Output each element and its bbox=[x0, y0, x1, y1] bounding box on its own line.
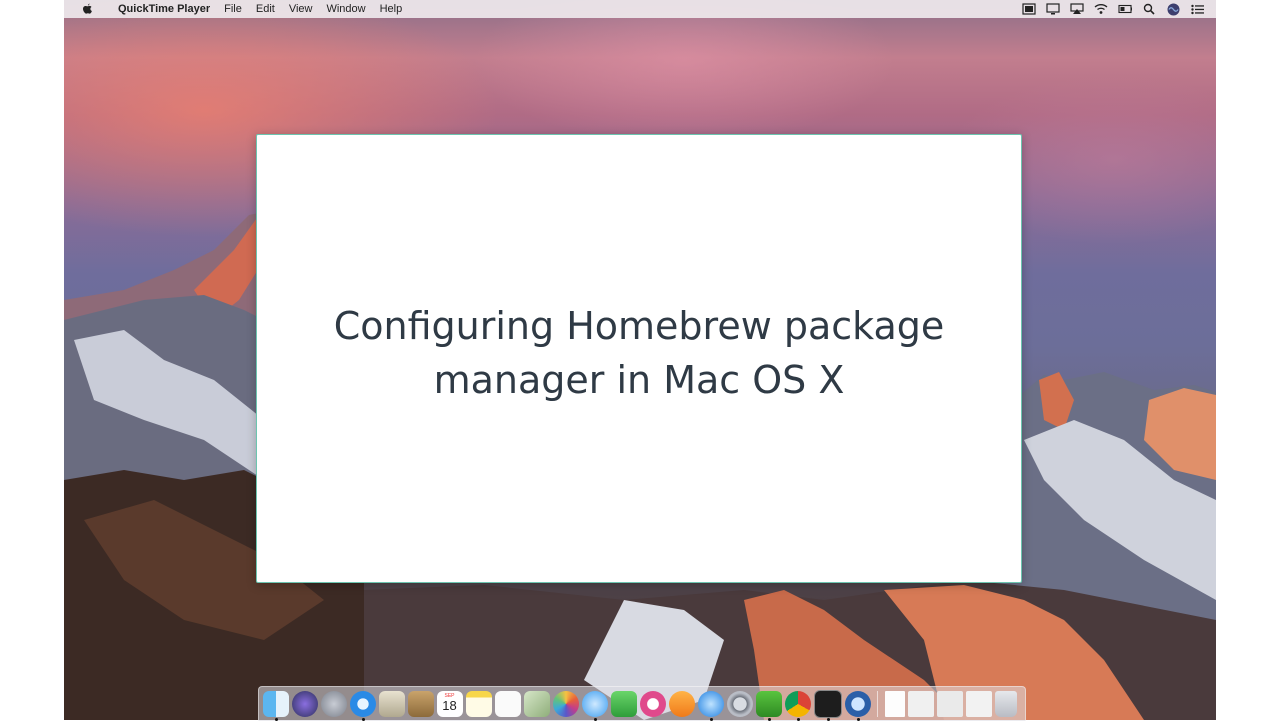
itunes-icon[interactable] bbox=[639, 691, 666, 717]
preview-icon[interactable] bbox=[523, 691, 550, 717]
chrome-icon[interactable] bbox=[784, 691, 811, 721]
siri-icon[interactable] bbox=[1166, 3, 1180, 15]
menu-edit[interactable]: Edit bbox=[249, 0, 282, 18]
presentation-slide: Configuring Homebrew package manager in … bbox=[256, 134, 1022, 583]
mail-icon[interactable] bbox=[378, 691, 405, 717]
airplay-icon[interactable] bbox=[1070, 3, 1084, 15]
reminders-icon[interactable] bbox=[494, 691, 521, 717]
app-menu-quicktime-player[interactable]: QuickTime Player bbox=[108, 0, 217, 18]
app-store-icon[interactable] bbox=[697, 691, 724, 721]
status-menus bbox=[1022, 3, 1216, 15]
dock-separator bbox=[877, 691, 878, 717]
screenshot-stack-icon[interactable] bbox=[965, 691, 992, 717]
display-mirroring-icon[interactable] bbox=[1046, 3, 1060, 15]
terminal-icon[interactable] bbox=[813, 690, 842, 721]
contacts-icon[interactable] bbox=[407, 691, 434, 717]
notes-icon[interactable] bbox=[465, 691, 492, 717]
menu-help[interactable]: Help bbox=[373, 0, 410, 18]
menu-view[interactable]: View bbox=[282, 0, 320, 18]
screenshot-stack-icon[interactable] bbox=[936, 691, 963, 717]
calendar-icon[interactable]: SEP 18 bbox=[436, 691, 463, 717]
screen-recording-icon[interactable] bbox=[1022, 3, 1036, 15]
dock: SEP 18 bbox=[258, 686, 1026, 721]
ibooks-icon[interactable] bbox=[668, 691, 695, 717]
messages-icon[interactable] bbox=[581, 691, 608, 721]
facetime-icon[interactable] bbox=[610, 691, 637, 717]
photos-icon[interactable] bbox=[552, 691, 579, 717]
siri-icon[interactable] bbox=[291, 691, 318, 717]
calendar-day: 18 bbox=[442, 698, 457, 713]
launchpad-icon[interactable] bbox=[320, 691, 347, 717]
spotlight-search-icon[interactable] bbox=[1142, 3, 1156, 15]
wifi-icon[interactable] bbox=[1094, 3, 1108, 15]
document-icon[interactable] bbox=[884, 691, 905, 717]
slide-title: Configuring Homebrew package manager in … bbox=[333, 303, 945, 402]
battery-icon[interactable] bbox=[1118, 3, 1132, 15]
notification-center-icon[interactable] bbox=[1190, 3, 1204, 15]
camtasia-icon[interactable] bbox=[755, 691, 782, 721]
finder-icon[interactable] bbox=[262, 691, 289, 721]
trash-icon[interactable] bbox=[994, 691, 1017, 717]
screenshot-stack-icon[interactable] bbox=[907, 691, 934, 717]
menu-file[interactable]: File bbox=[217, 0, 249, 18]
menu-bar: QuickTime Player File Edit View Window H… bbox=[64, 0, 1216, 18]
menu-window[interactable]: Window bbox=[319, 0, 372, 18]
apple-logo-icon[interactable] bbox=[78, 3, 96, 16]
quicktime-icon[interactable] bbox=[844, 691, 871, 721]
system-preferences-icon[interactable] bbox=[726, 691, 753, 717]
safari-icon[interactable] bbox=[349, 691, 376, 721]
